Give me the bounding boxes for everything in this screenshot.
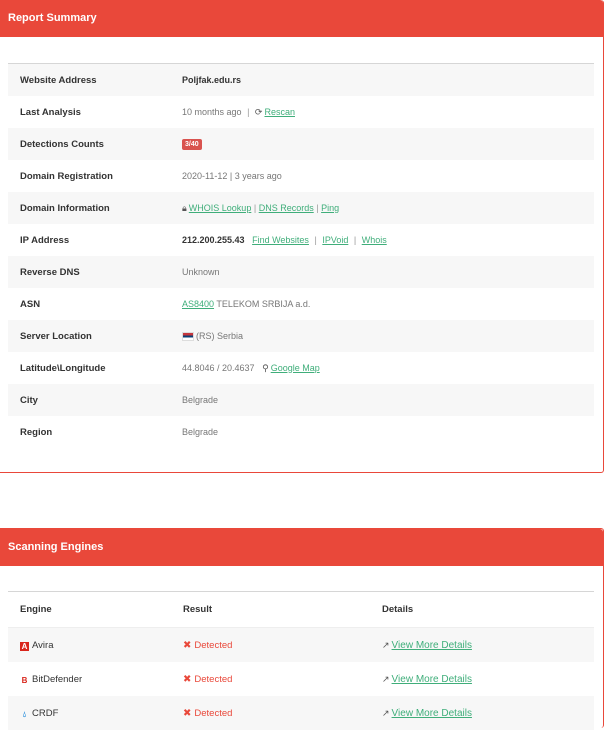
map-marker-icon: ⚲ <box>262 362 269 373</box>
refresh-icon: ⟳ <box>254 106 263 117</box>
rescan-link[interactable]: Rescan <box>264 107 295 117</box>
x-icon: ✖ <box>183 707 192 719</box>
domain-information-label: Domain Information <box>8 192 170 224</box>
table-row: Detections Counts 3/40 <box>8 128 594 160</box>
table-row: Last Analysis 10 months ago | ⟳ Rescan <box>8 96 594 128</box>
table-row: A Avira ✖ Detected ↗ View More Details <box>8 627 594 662</box>
detections-badge: 3/40 <box>182 139 202 150</box>
table-row: ASN AS8400 TELEKOM SRBIJA a.d. <box>8 288 594 320</box>
engine-name: Avira <box>32 639 54 651</box>
dns-records-link[interactable]: DNS Records <box>259 203 314 213</box>
domain-registration-value: 2020-11-12 | 3 years ago <box>182 171 282 181</box>
result-status: Detected <box>194 673 233 685</box>
whois-lookup-link[interactable]: WHOIS Lookup <box>189 203 252 213</box>
website-address-value: Poljfak.edu.rs <box>182 75 242 85</box>
domain-registration-label: Domain Registration <box>20 170 113 182</box>
scanning-engines-title: Scanning Engines <box>0 529 603 566</box>
find-websites-link[interactable]: Find Websites <box>252 235 309 245</box>
whois-link[interactable]: Whois <box>362 235 387 245</box>
last-analysis-label: Last Analysis <box>20 106 81 118</box>
table-row: B BitDefender ✖ Detected ↗ View More Detail… <box>8 662 594 696</box>
view-details-link[interactable]: View More Details <box>392 674 472 685</box>
separator: | <box>253 202 257 213</box>
reverse-dns-label: Reverse DNS <box>8 256 170 288</box>
google-map-link[interactable]: Google Map <box>271 363 320 373</box>
last-analysis-value: 10 months ago <box>182 106 242 117</box>
table-row: IP Address 212.200.255.43 Find Websites … <box>8 224 594 256</box>
view-details-link[interactable]: View More Details <box>392 640 472 651</box>
crdf-logo-icon: 💧︎ <box>22 709 27 719</box>
asn-label: ASN <box>20 298 41 310</box>
bitdefender-logo-icon: B <box>21 675 28 685</box>
lat-long-value: 44.8046 / 20.4637 <box>182 362 255 373</box>
x-icon: ✖ <box>183 673 192 685</box>
details-column-header: Details <box>370 591 594 628</box>
table-row: 💧︎ CRDF ✖ Detected ↗ View More Details <box>8 696 594 730</box>
engine-name: BitDefender <box>32 673 83 685</box>
separator: | <box>316 202 319 213</box>
ip-address-value: 212.200.255.43 <box>182 235 245 245</box>
x-icon: ✖ <box>183 639 192 651</box>
external-link-icon: ↗ <box>382 639 390 650</box>
lat-long-label: Latitude\Longitude <box>20 362 106 374</box>
ping-link[interactable]: Ping <box>321 203 339 213</box>
table-header-row: Engine Result Details <box>8 591 594 628</box>
external-link-icon: ↗ <box>382 707 390 718</box>
result-status: Detected <box>194 707 233 719</box>
separator: | <box>353 235 357 245</box>
view-details-link[interactable]: View More Details <box>392 708 472 719</box>
ipvoid-link[interactable]: IPVoid <box>322 235 348 245</box>
result-column-header: Result <box>171 591 370 628</box>
website-address-label: Website Address <box>8 63 170 96</box>
table-row: Reverse DNS Unknown <box>8 256 594 288</box>
table-row: Region Belgrade <box>8 416 594 448</box>
table-row: Domain Information 🔒︎ WHOIS Lookup | DNS … <box>8 192 594 224</box>
engine-column-header: Engine <box>8 591 171 628</box>
city-value: Belgrade <box>170 384 594 416</box>
reverse-dns-value: Unknown <box>170 256 594 288</box>
separator: | <box>314 235 317 245</box>
asn-value: TELEKOM SRBIJA a.d. <box>216 299 311 309</box>
engine-name: CRDF <box>32 707 59 719</box>
server-location-value: (RS) Serbia <box>196 330 244 341</box>
detections-label: Detections Counts <box>8 128 170 160</box>
table-row: City Belgrade <box>8 384 594 416</box>
scanning-engines-table: Engine Result Details A Avira ✖ Detected ↗… <box>8 591 594 730</box>
table-row: Server Location (RS) Serbia <box>8 320 594 352</box>
table-row: Domain Registration 2020-11-12 | 3 years… <box>8 160 594 192</box>
city-label: City <box>8 384 170 416</box>
result-status: Detected <box>194 639 233 651</box>
region-value: Belgrade <box>182 427 219 437</box>
external-link-icon: ↗ <box>382 673 390 684</box>
report-summary-title: Report Summary <box>0 0 603 37</box>
separator: | <box>247 106 250 117</box>
lock-icon: 🔒︎ <box>182 202 187 213</box>
avira-logo-icon: A <box>20 641 29 651</box>
report-summary-table: Website Address Poljfak.edu.rs Last Anal… <box>8 63 594 448</box>
table-row: Website Address Poljfak.edu.rs <box>8 63 594 96</box>
region-label: Region <box>20 426 53 438</box>
server-location-label: Server Location <box>8 320 170 352</box>
asn-link[interactable]: AS8400 <box>182 299 214 309</box>
ip-address-label: IP Address <box>20 234 70 246</box>
serbia-flag-icon <box>182 332 194 342</box>
table-row: Latitude\Longitude 44.8046 / 20.4637 ⚲ Go… <box>8 352 594 384</box>
